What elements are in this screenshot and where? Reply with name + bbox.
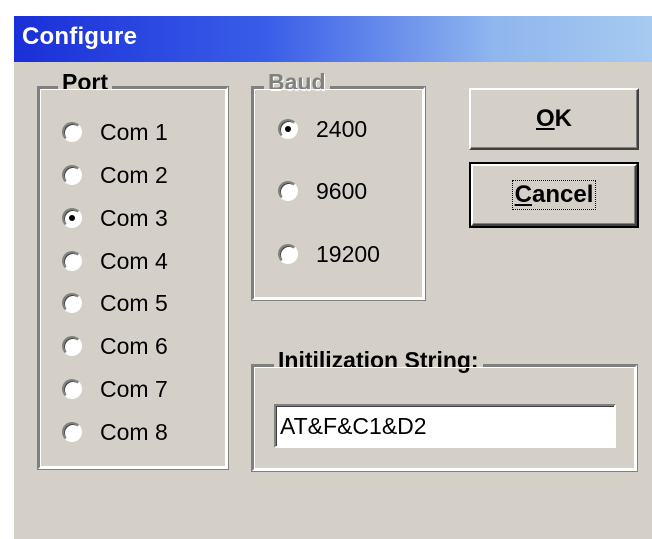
radio-label-com-2: Com 2 — [100, 161, 168, 188]
radio-label-baud-19200: 19200 — [316, 240, 380, 267]
cancel-label-rest: ancel — [531, 181, 594, 208]
init-string-input[interactable] — [274, 404, 616, 448]
radio-baud-19200[interactable]: 19200 — [278, 237, 380, 271]
radio-label-com-6: Com 6 — [100, 332, 168, 359]
radio-button-baud-19200[interactable] — [278, 244, 298, 264]
radio-button-com-4[interactable] — [62, 251, 82, 271]
radio-label-com-8: Com 8 — [100, 418, 168, 445]
radio-button-com-8[interactable] — [62, 422, 82, 442]
ok-button[interactable]: OK — [469, 88, 639, 150]
radio-com-1[interactable]: Com 1 — [62, 115, 168, 149]
radio-com-4[interactable]: Com 4 — [62, 244, 168, 278]
radio-button-baud-9600[interactable] — [278, 181, 298, 201]
radio-button-com-5[interactable] — [62, 293, 82, 313]
radio-baud-9600[interactable]: 9600 — [278, 174, 367, 208]
radio-baud-2400[interactable]: 2400 — [278, 112, 367, 146]
dialog-title: Configure — [22, 23, 138, 50]
radio-button-baud-2400[interactable] — [278, 119, 298, 139]
radio-com-3[interactable]: Com 3 — [62, 201, 168, 235]
radio-com-6[interactable]: Com 6 — [62, 329, 168, 363]
radio-button-com-7[interactable] — [62, 379, 82, 399]
baud-groupbox: Baud 2400 9600 19200 — [251, 69, 426, 301]
radio-label-com-5: Com 5 — [100, 289, 168, 316]
cancel-accelerator: C — [514, 181, 532, 208]
ok-label-rest: K — [554, 105, 572, 132]
radio-button-com-1[interactable] — [62, 122, 82, 142]
radio-label-com-3: Com 3 — [100, 204, 168, 231]
radio-button-com-2[interactable] — [62, 165, 82, 185]
radio-label-com-7: Com 7 — [100, 375, 168, 402]
init-string-label: Initilization String: — [274, 347, 483, 373]
configure-dialog: Configure Port Com 1 Com 2 Com 3 Com 4 C… — [14, 16, 652, 539]
radio-com-2[interactable]: Com 2 — [62, 158, 168, 192]
baud-group-label: Baud — [264, 69, 330, 95]
cancel-button-label: Cancel — [511, 180, 597, 210]
title-bar[interactable]: Configure — [14, 16, 652, 62]
radio-com-8[interactable]: Com 8 — [62, 415, 168, 449]
radio-label-baud-2400: 2400 — [316, 115, 368, 142]
ok-button-label: OK — [536, 105, 572, 133]
radio-label-com-1: Com 1 — [100, 118, 168, 145]
radio-button-com-3[interactable] — [62, 208, 82, 228]
init-string-groupbox: Initilization String: — [251, 347, 638, 472]
port-group-label: Port — [58, 69, 112, 95]
cancel-button[interactable]: Cancel — [469, 162, 639, 228]
port-groupbox: Port Com 1 Com 2 Com 3 Com 4 Com 5 Com 6… — [37, 69, 229, 470]
radio-com-7[interactable]: Com 7 — [62, 372, 168, 406]
radio-label-baud-9600: 9600 — [316, 177, 368, 204]
ok-accelerator: O — [535, 105, 555, 132]
radio-com-5[interactable]: Com 5 — [62, 286, 168, 320]
radio-label-com-4: Com 4 — [100, 247, 168, 274]
radio-button-com-6[interactable] — [62, 336, 82, 356]
